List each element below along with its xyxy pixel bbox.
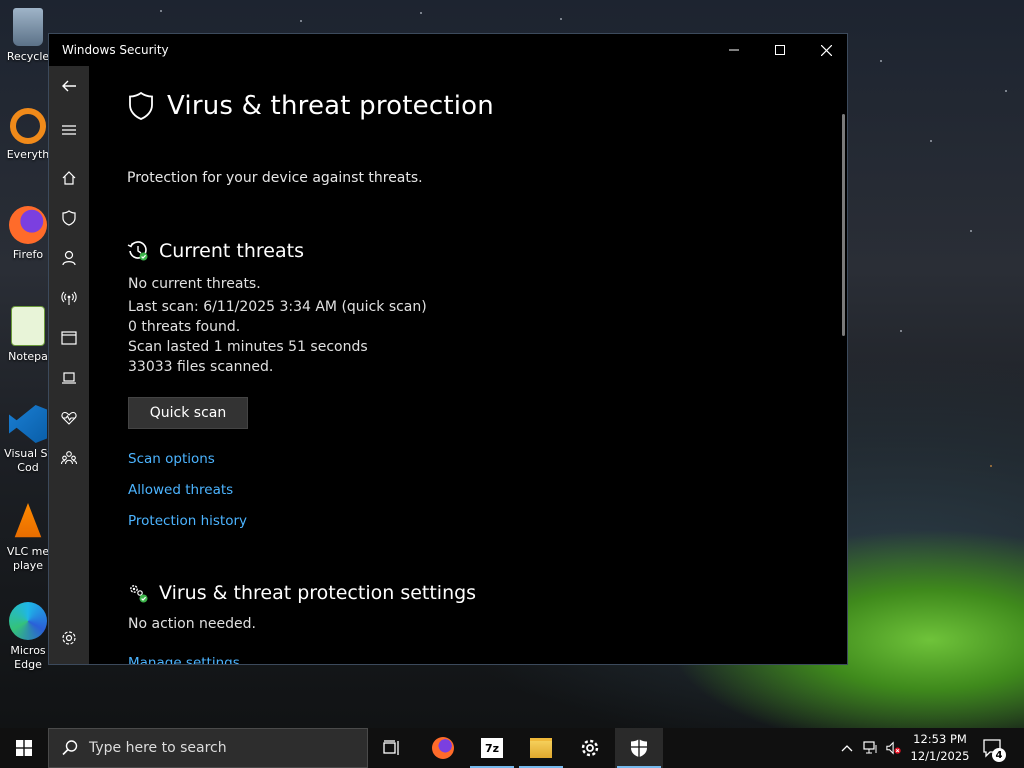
- back-icon: [62, 80, 76, 92]
- nav-device-performance-health[interactable]: [49, 400, 89, 436]
- minimize-icon: [729, 49, 739, 51]
- settings-status: No action needed.: [128, 616, 256, 632]
- scan-duration: Scan lasted 1 minutes 51 seconds: [128, 339, 368, 355]
- start-button[interactable]: [0, 728, 48, 768]
- taskbar: Type here to search 7z 12:53 PM 12/1/202…: [0, 728, 1024, 768]
- nav-family-options[interactable]: [49, 440, 89, 476]
- vlc-cone-icon: [14, 503, 42, 538]
- recycle-bin-icon: [13, 8, 43, 46]
- settings-icon: [62, 631, 76, 645]
- section-title: Current threats: [159, 240, 304, 262]
- action-center-button[interactable]: 4: [982, 736, 1006, 762]
- page-subtitle: Protection for your device against threa…: [127, 170, 423, 186]
- title-bar[interactable]: Windows Security: [49, 34, 847, 66]
- search-placeholder: Type here to search: [89, 740, 227, 756]
- clock-date: 12/1/2025: [910, 749, 970, 763]
- threats-found: 0 threats found.: [128, 319, 241, 335]
- shield-icon: [129, 91, 153, 120]
- shield-icon: [631, 739, 647, 757]
- files-scanned: 33033 files scanned.: [128, 359, 274, 375]
- 7zip-icon: 7z: [481, 738, 503, 758]
- main-content: Virus & threat protection Protection for…: [89, 66, 847, 664]
- vertical-scrollbar[interactable]: [842, 114, 845, 336]
- shield-icon: [62, 210, 76, 226]
- taskbar-search[interactable]: Type here to search: [48, 728, 368, 768]
- nav-firewall-network[interactable]: [49, 280, 89, 316]
- network-monitor-icon: [863, 741, 877, 754]
- person-icon: [62, 250, 76, 266]
- magnifier-icon: [10, 108, 46, 144]
- page-header: Virus & threat protection: [127, 91, 494, 121]
- nav-device-security[interactable]: [49, 360, 89, 396]
- quick-scan-button[interactable]: Quick scan: [128, 397, 248, 429]
- taskbar-firefox[interactable]: [419, 728, 467, 768]
- taskbar-windows-security[interactable]: [615, 728, 663, 768]
- notification-count-badge: 4: [992, 748, 1006, 762]
- current-threats-header: Current threats: [127, 240, 304, 262]
- network-tray-button[interactable]: [863, 740, 879, 756]
- scan-history-icon: [127, 241, 148, 261]
- taskbar-file-explorer[interactable]: [517, 728, 565, 768]
- navigation-rail: [49, 66, 89, 664]
- volume-tray-button[interactable]: [886, 740, 902, 756]
- show-hidden-icons-button[interactable]: [839, 740, 855, 756]
- chevron-up-icon: [841, 745, 853, 752]
- clock-time: 12:53 PM: [913, 732, 967, 746]
- device-icon: [62, 372, 76, 384]
- protection-history-link[interactable]: Protection history: [128, 513, 247, 529]
- nav-home[interactable]: [49, 160, 89, 196]
- back-button[interactable]: [49, 68, 89, 104]
- gear-icon: [581, 739, 599, 757]
- task-view-button[interactable]: [368, 728, 416, 768]
- family-icon: [60, 451, 78, 465]
- home-icon: [62, 171, 76, 185]
- nav-app-browser-control[interactable]: [49, 320, 89, 356]
- maximize-button[interactable]: [757, 34, 803, 66]
- nav-virus-protection[interactable]: [49, 200, 89, 236]
- manage-settings-link[interactable]: Manage settings: [128, 655, 240, 664]
- network-icon: [61, 291, 77, 305]
- threat-status: No current threats.: [128, 276, 261, 292]
- section-title: Virus & threat protection settings: [159, 582, 477, 604]
- notepad-icon: [11, 306, 45, 346]
- volume-muted-icon: [886, 741, 901, 755]
- close-icon: [820, 44, 832, 56]
- folder-icon: [530, 738, 552, 758]
- page-title: Virus & threat protection: [167, 91, 494, 121]
- minimize-button[interactable]: [711, 34, 757, 66]
- menu-icon: [62, 125, 76, 135]
- window-title: Windows Security: [62, 43, 169, 57]
- windows-security-window: Windows Security Virus & threat protecti…: [48, 33, 848, 665]
- search-icon: [62, 740, 78, 756]
- allowed-threats-link[interactable]: Allowed threats: [128, 482, 233, 498]
- nav-account-protection[interactable]: [49, 240, 89, 276]
- nav-settings[interactable]: [49, 620, 89, 656]
- taskbar-clock[interactable]: 12:53 PM 12/1/2025: [910, 731, 970, 765]
- taskbar-7zip[interactable]: 7z: [468, 728, 516, 768]
- close-button[interactable]: [803, 34, 849, 66]
- task-view-icon: [383, 740, 399, 755]
- menu-button[interactable]: [49, 112, 89, 148]
- app-browser-icon: [61, 331, 77, 345]
- firefox-icon: [9, 206, 47, 244]
- settings-gear-icon: [130, 585, 148, 603]
- scan-options-link[interactable]: Scan options: [128, 451, 215, 467]
- edge-icon: [9, 602, 47, 640]
- firefox-icon: [432, 737, 454, 759]
- protection-settings-header: Virus & threat protection settings: [127, 582, 476, 604]
- maximize-icon: [775, 45, 785, 55]
- last-scan-info: Last scan: 6/11/2025 3:34 AM (quick scan…: [128, 299, 427, 315]
- vscode-icon: [9, 405, 47, 443]
- windows-logo-icon: [16, 740, 32, 756]
- health-icon: [61, 411, 77, 425]
- taskbar-settings[interactable]: [566, 728, 614, 768]
